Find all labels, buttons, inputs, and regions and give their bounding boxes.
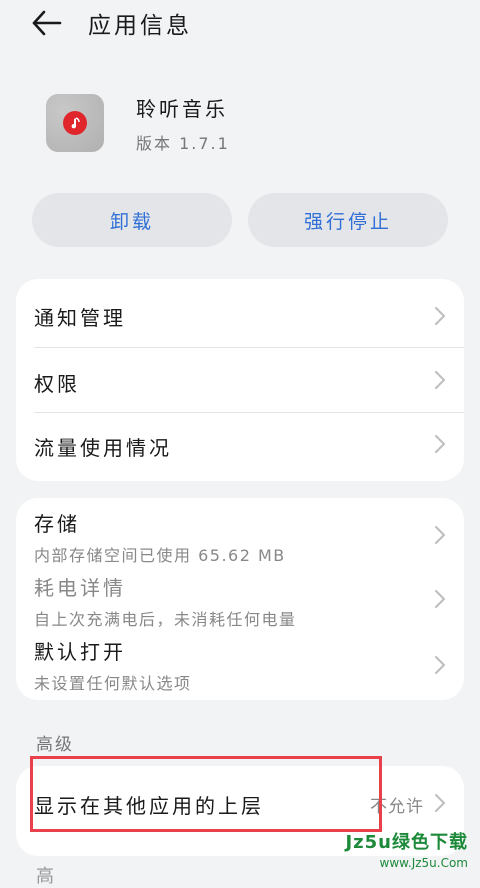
battery-details-item[interactable]: 耗电详情 自上次充满电后，未消耗任何电量 bbox=[16, 566, 464, 632]
notification-management-item[interactable]: 通知管理 bbox=[16, 279, 464, 347]
next-section-label: 高 bbox=[36, 866, 54, 887]
watermark-title: Jz5u绿色下载 bbox=[345, 832, 468, 853]
app-settings-card: 通知管理 权限 流量使用情况 bbox=[16, 279, 464, 481]
default-open-text: 未设置任何默认选项 bbox=[34, 674, 192, 693]
advanced-section-label: 高级 bbox=[36, 735, 74, 755]
back-arrow-icon[interactable] bbox=[30, 8, 64, 38]
chevron-right-icon bbox=[435, 656, 445, 674]
app-icon bbox=[46, 94, 104, 152]
data-usage-item[interactable]: 流量使用情况 bbox=[16, 413, 464, 481]
default-open-label: 默认打开 bbox=[34, 640, 126, 664]
permissions-item[interactable]: 权限 bbox=[16, 348, 464, 412]
battery-details-label: 耗电详情 bbox=[34, 576, 126, 600]
battery-usage-text: 自上次充满电后，未消耗任何电量 bbox=[34, 610, 297, 629]
watermark: Jz5u绿色下载 www.Jz5u.Com bbox=[345, 828, 468, 870]
chevron-right-icon bbox=[435, 590, 445, 608]
chevron-right-icon bbox=[435, 794, 445, 812]
page-title: 应用信息 bbox=[88, 13, 192, 39]
uninstall-button[interactable]: 卸载 bbox=[32, 193, 232, 247]
display-over-other-apps-label: 显示在其他应用的上层 bbox=[34, 794, 264, 818]
storage-label: 存储 bbox=[34, 512, 80, 536]
default-open-item[interactable]: 默认打开 未设置任何默认选项 bbox=[16, 632, 464, 700]
chevron-right-icon bbox=[435, 371, 445, 389]
storage-usage-text: 内部存储空间已使用 65.62 MB bbox=[34, 546, 286, 565]
app-name: 聆听音乐 bbox=[136, 97, 228, 121]
chevron-right-icon bbox=[435, 526, 445, 544]
app-version: 版本 1.7.1 bbox=[136, 134, 230, 153]
storage-item[interactable]: 存储 内部存储空间已使用 65.62 MB bbox=[16, 498, 464, 566]
display-over-other-apps-value: 不允许 bbox=[370, 797, 424, 817]
chevron-right-icon bbox=[435, 307, 445, 325]
force-stop-button[interactable]: 强行停止 bbox=[248, 193, 448, 247]
watermark-url: www.Jz5u.Com bbox=[379, 856, 468, 870]
chevron-right-icon bbox=[435, 435, 445, 453]
data-usage-label: 流量使用情况 bbox=[34, 436, 172, 460]
top-app-bar: 应用信息 bbox=[0, 0, 480, 48]
music-note-icon bbox=[63, 111, 87, 135]
notification-management-label: 通知管理 bbox=[34, 306, 126, 330]
permissions-label: 权限 bbox=[34, 372, 80, 396]
usage-details-card: 存储 内部存储空间已使用 65.62 MB 耗电详情 自上次充满电后，未消耗任何… bbox=[16, 498, 464, 700]
